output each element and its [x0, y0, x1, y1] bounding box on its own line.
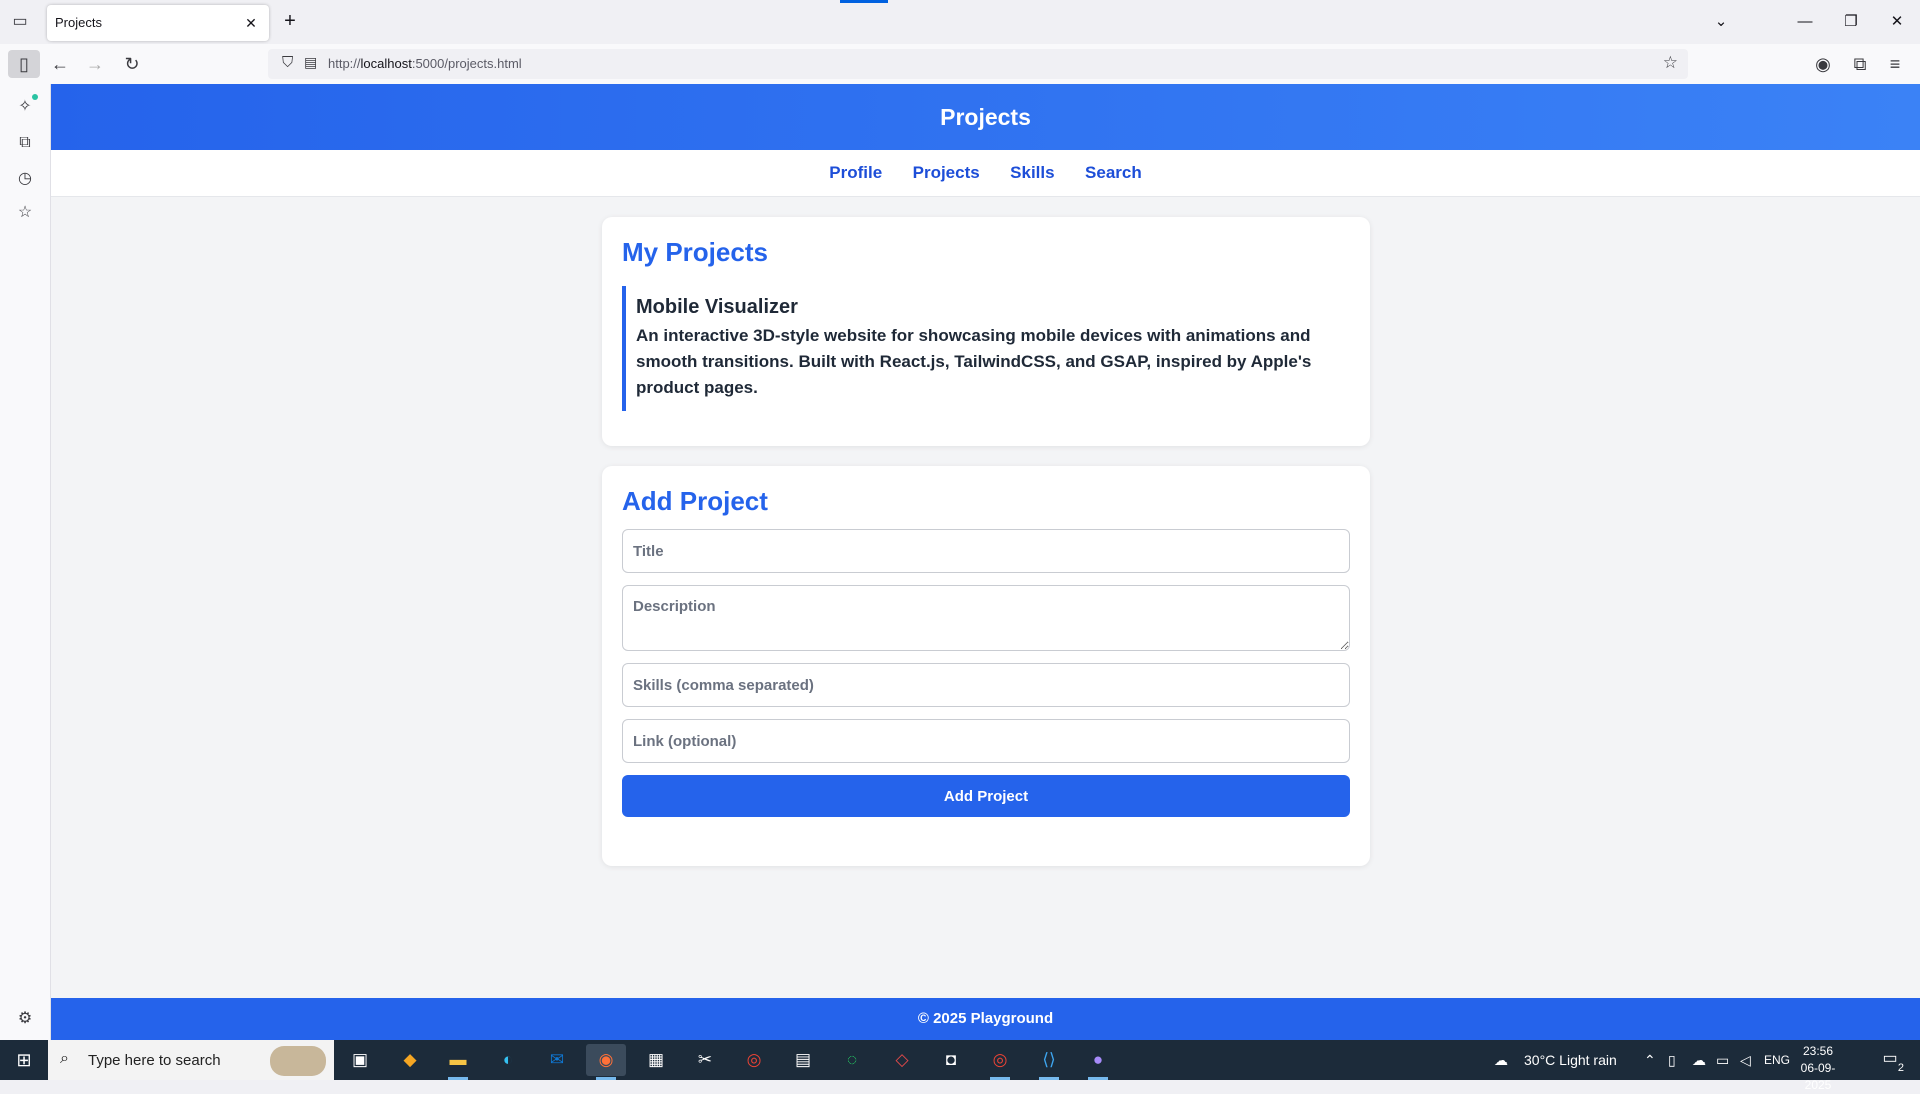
restore-button[interactable]: ❐ — [1828, 0, 1874, 44]
notification-count: 2 — [1897, 1062, 1904, 1074]
taskbar-search-placeholder: Type here to search — [88, 1052, 221, 1069]
chrome-icon[interactable]: ◎ — [734, 1044, 774, 1076]
microsoft-store-icon[interactable]: ▤ — [783, 1044, 823, 1076]
description-textarea[interactable] — [622, 585, 1350, 651]
url-bar[interactable]: ⛉ ▤ http://localhost:5000/projects.html … — [268, 49, 1688, 79]
nav-link-search[interactable]: Search — [1085, 150, 1142, 196]
github-desktop-icon[interactable]: ● — [1078, 1044, 1118, 1080]
page-footer: © 2025 Playground — [51, 998, 1920, 1040]
close-window-button[interactable]: ✕ — [1874, 0, 1920, 44]
url-text[interactable]: http://localhost:5000/projects.html — [328, 56, 522, 71]
tab-title: Projects — [55, 15, 102, 30]
project-title: Mobile Visualizer — [636, 296, 798, 318]
tab-projects[interactable]: Projects ✕ — [47, 5, 269, 41]
site-nav: Profile Projects Skills Search — [51, 150, 1920, 197]
whatsapp-icon[interactable]: ◌ — [832, 1044, 872, 1076]
search-highlight-image — [270, 1046, 326, 1076]
page-title: Projects — [940, 104, 1031, 130]
title-input[interactable] — [622, 529, 1350, 573]
camera-icon[interactable]: ◘ — [931, 1044, 971, 1076]
tab-overflow-chevron-icon[interactable]: ⌄ — [1698, 0, 1744, 44]
volume-icon[interactable]: ◁ — [1740, 1040, 1751, 1080]
back-icon[interactable]: ← — [45, 50, 75, 78]
list-tabs-icon[interactable]: ▭ — [8, 10, 32, 34]
task-view-icon[interactable]: ▣ — [340, 1044, 380, 1076]
bookmark-star-icon[interactable]: ☆ — [1663, 53, 1678, 73]
taskbar-search[interactable]: ⌕ Type here to search — [48, 1040, 334, 1080]
account-icon[interactable]: ◉ — [1808, 50, 1838, 78]
search-icon: ⌕ — [60, 1050, 69, 1067]
clock-time: 23:56 — [1802, 1044, 1834, 1058]
settings-gear-icon[interactable]: ⚙ — [14, 1008, 36, 1030]
bookmarks-icon[interactable]: ☆ — [14, 202, 36, 224]
loading-indicator — [840, 0, 888, 3]
synced-tabs-icon[interactable]: ⧉ — [14, 132, 36, 154]
sidebar-toggle-icon[interactable]: ▯ — [8, 50, 40, 78]
calculator-icon[interactable]: ▦ — [636, 1044, 676, 1076]
navigation-toolbar: ▯ ← → ↻ ⛉ ▤ http://localhost:5000/projec… — [0, 44, 1920, 84]
clock[interactable]: 23:56 06-09-2025 — [1790, 1043, 1846, 1094]
clock-date: 06-09-2025 — [1800, 1061, 1836, 1092]
notification-center-icon[interactable]: ▭ 2 — [1876, 1048, 1904, 1074]
history-icon[interactable]: ◷ — [14, 168, 36, 190]
copilot-icon[interactable]: ◆ — [390, 1044, 430, 1076]
tab-bar: ▭ Projects ✕ + ⌄ — ❐ ✕ — [0, 0, 1920, 44]
nav-link-profile[interactable]: Profile — [829, 150, 882, 196]
add-project-button[interactable]: Add Project — [622, 775, 1350, 817]
page-header: Projects — [51, 84, 1920, 150]
git-tool-icon[interactable]: ◇ — [882, 1044, 922, 1076]
my-projects-heading: My Projects — [622, 237, 768, 267]
browser-sidebar: ✧ ⧉ ◷ ☆ ⚙ — [0, 84, 51, 1040]
project-description: An interactive 3D-style website for show… — [636, 326, 1312, 397]
network-icon[interactable]: ▭ — [1716, 1040, 1729, 1080]
link-input[interactable] — [622, 719, 1350, 763]
menu-icon[interactable]: ≡ — [1880, 50, 1910, 78]
weather-icon[interactable]: ☁ — [1494, 1040, 1508, 1080]
outlook-icon[interactable]: ✉ — [537, 1044, 577, 1076]
nav-link-projects[interactable]: Projects — [913, 150, 980, 196]
close-tab-icon[interactable]: ✕ — [241, 13, 261, 33]
ai-chatbot-icon[interactable]: ✧ — [14, 94, 38, 118]
edge-icon[interactable]: ◐ — [488, 1044, 528, 1076]
onedrive-icon[interactable]: ☁ — [1692, 1040, 1706, 1080]
new-tab-button[interactable]: + — [278, 10, 302, 34]
skills-input[interactable] — [622, 663, 1350, 707]
snipping-tool-icon[interactable]: ✂ — [685, 1044, 725, 1076]
my-projects-card: My Projects Mobile Visualizer An interac… — [602, 217, 1370, 446]
minimize-button[interactable]: — — [1782, 0, 1828, 44]
shield-icon[interactable]: ⛉ — [282, 54, 293, 71]
add-project-heading: Add Project — [622, 486, 768, 516]
browser-window: ▭ Projects ✕ + ⌄ — ❐ ✕ ▯ ← → ↻ ⛉ ▤ http:… — [0, 0, 1920, 1040]
language-indicator[interactable]: ENG — [1764, 1040, 1790, 1080]
add-project-card: Add Project Add Project — [602, 466, 1370, 866]
windows-start-icon[interactable]: ⊞ — [0, 1040, 48, 1080]
firefox-icon[interactable]: ◉ — [586, 1044, 626, 1080]
forward-icon[interactable]: → — [80, 50, 110, 78]
project-item: Mobile Visualizer An interactive 3D-styl… — [622, 286, 1350, 411]
show-hidden-icons-chevron-icon[interactable]: ⌃ — [1644, 1040, 1656, 1080]
chrome-profile-icon[interactable]: ◎ — [980, 1044, 1020, 1080]
weather-text[interactable]: 30°C Light rain — [1524, 1040, 1617, 1080]
page-icon: ▤ — [304, 54, 318, 70]
extensions-icon[interactable]: ⧉ — [1845, 50, 1875, 78]
tray-app-icon[interactable]: ▯ — [1668, 1040, 1676, 1080]
file-explorer-icon[interactable]: ▬ — [438, 1044, 478, 1080]
nav-link-skills[interactable]: Skills — [1010, 150, 1054, 196]
windows-taskbar: ⊞ ⌕ Type here to search ▣ ◆ ▬ ◐ ✉ ◉ ▦ ✂ … — [0, 1040, 1920, 1092]
reload-icon[interactable]: ↻ — [117, 50, 147, 78]
vscode-icon[interactable]: ⟨⟩ — [1029, 1044, 1069, 1080]
web-page: Projects Profile Projects Skills Search … — [51, 84, 1920, 1040]
